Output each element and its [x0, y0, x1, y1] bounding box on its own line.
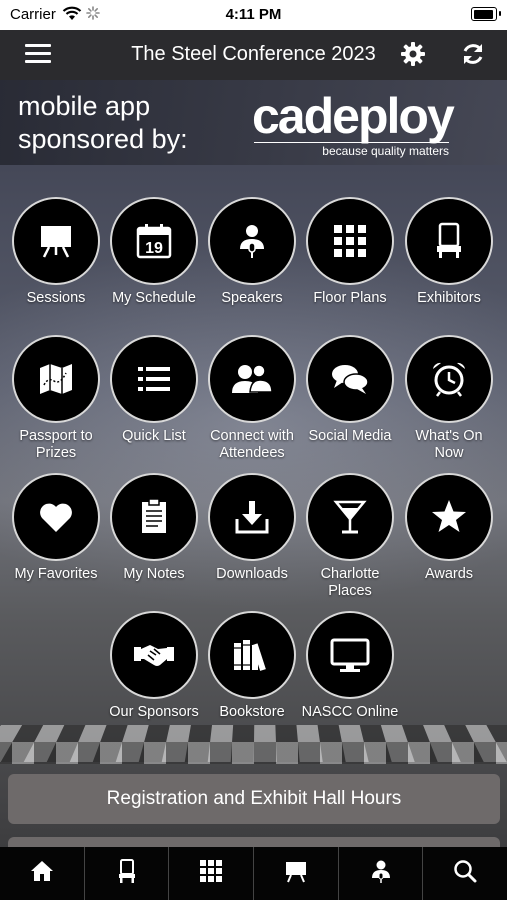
tile-downloads[interactable]: Downloads — [203, 473, 301, 583]
tile-connect-with-attendees[interactable]: Connect with Attendees — [203, 335, 301, 462]
tile-label: My Schedule — [112, 290, 196, 306]
tile-charlotte-places[interactable]: Charlotte Places — [301, 473, 399, 600]
handshake-icon — [110, 611, 198, 699]
checkered-flag-background-row — [0, 742, 507, 764]
people-icon — [208, 335, 296, 423]
booth-icon — [116, 858, 138, 889]
calendar-icon: 19 — [110, 197, 198, 285]
bottom-tab-bar — [0, 847, 507, 900]
tab-sessions[interactable] — [254, 847, 339, 900]
floor-plan-icon — [198, 858, 224, 889]
speaker-icon — [208, 197, 296, 285]
tile-my-schedule[interactable]: 19 My Schedule — [105, 197, 203, 307]
battery-icon — [471, 7, 501, 21]
tile-label: Passport to Prizes — [19, 428, 93, 461]
tab-search[interactable] — [423, 847, 507, 900]
books-icon — [208, 611, 296, 699]
map-icon — [12, 335, 100, 423]
tile-nascc-online[interactable]: NASCC Online — [301, 611, 399, 721]
list-icon — [110, 335, 198, 423]
banner-line-2: sponsored by: — [18, 124, 188, 154]
cadeploy-tagline: because quality matters — [254, 142, 449, 158]
clock-time: 4:11 PM — [225, 6, 282, 23]
gear-icon[interactable] — [400, 41, 426, 72]
floor-plan-icon — [306, 197, 394, 285]
easel-icon — [12, 197, 100, 285]
chat-icon — [306, 335, 394, 423]
registration-hours-button[interactable]: Registration and Exhibit Hall Hours — [8, 774, 500, 824]
next-button-peek[interactable] — [8, 837, 500, 847]
tile-label: Exhibitors — [417, 290, 481, 306]
banner-line-1: mobile app — [18, 91, 151, 121]
download-icon — [208, 473, 296, 561]
tab-home[interactable] — [0, 847, 85, 900]
tile-label: Bookstore — [219, 704, 285, 720]
tile-speakers[interactable]: Speakers — [203, 197, 301, 307]
tab-speakers[interactable] — [339, 847, 424, 900]
cadeploy-logo: cadeploy — [252, 88, 455, 144]
tile-label: Downloads — [216, 566, 288, 582]
tile-label: NASCC Online — [301, 704, 399, 720]
refresh-icon[interactable] — [460, 41, 486, 72]
tile-awards[interactable]: Awards — [400, 473, 498, 583]
easel-icon — [283, 858, 309, 889]
tile-label: Awards — [424, 566, 474, 582]
tile-label: Connect with Attendees — [210, 428, 294, 461]
tile-quick-list[interactable]: Quick List — [105, 335, 203, 445]
tile-exhibitors[interactable]: Exhibitors — [400, 197, 498, 307]
tile-social-media[interactable]: Social Media — [301, 335, 399, 445]
home-icon — [29, 859, 55, 888]
tile-our-sponsors[interactable]: Our Sponsors — [105, 611, 203, 721]
tab-floor-plans[interactable] — [169, 847, 255, 900]
tile-label: Speakers — [221, 290, 283, 306]
tile-whats-on-now[interactable]: What's On Now — [400, 335, 498, 462]
tile-label: What's On Now — [415, 428, 483, 461]
tile-label: Floor Plans — [313, 290, 387, 306]
sponsor-banner[interactable]: mobile app sponsored by: cadeploy becaus… — [0, 80, 507, 165]
home-content: mobile app sponsored by: cadeploy becaus… — [0, 80, 507, 847]
tile-label: Quick List — [122, 428, 186, 444]
tile-my-favorites[interactable]: My Favorites — [7, 473, 105, 583]
status-bar: Carrier 4:11 PM — [0, 0, 507, 30]
tile-label: My Favorites — [14, 566, 98, 582]
tile-label: My Notes — [123, 566, 185, 582]
tab-exhibitors[interactable] — [85, 847, 170, 900]
calendar-day: 19 — [145, 240, 163, 257]
tile-label: Charlotte Places — [320, 566, 380, 599]
tile-sessions[interactable]: Sessions — [7, 197, 105, 307]
notepad-icon — [110, 473, 198, 561]
booth-icon — [405, 197, 493, 285]
tile-label: Sessions — [26, 290, 86, 306]
search-icon — [452, 858, 478, 889]
page-title: The Steel Conference 2023 — [131, 43, 376, 65]
alarm-clock-icon — [405, 335, 493, 423]
star-icon — [405, 473, 493, 561]
tile-passport-to-prizes[interactable]: Passport to Prizes — [7, 335, 105, 462]
monitor-icon — [306, 611, 394, 699]
tile-my-notes[interactable]: My Notes — [105, 473, 203, 583]
nav-bar: The Steel Conference 2023 — [0, 30, 507, 80]
speaker-icon — [368, 858, 394, 889]
cocktail-icon — [306, 473, 394, 561]
tile-label: Social Media — [308, 428, 392, 444]
tile-label: Our Sponsors — [109, 704, 199, 720]
heart-icon — [12, 473, 100, 561]
tile-bookstore[interactable]: Bookstore — [203, 611, 301, 721]
tile-floor-plans[interactable]: Floor Plans — [301, 197, 399, 307]
